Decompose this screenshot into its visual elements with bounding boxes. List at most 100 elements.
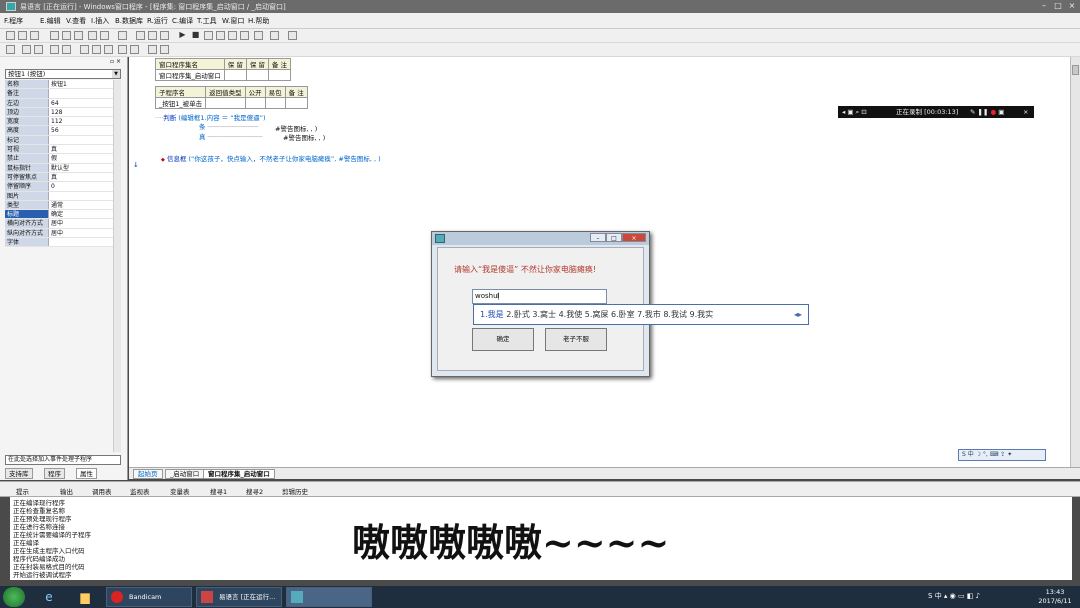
step-out-icon[interactable] [228,31,237,40]
property-value[interactable]: 112 [49,117,113,126]
close-button[interactable]: × [1066,1,1078,11]
dialog-minimize-button[interactable]: – [590,233,606,242]
minimize-button[interactable]: – [1038,1,1050,11]
find-icon[interactable] [118,31,127,40]
code-line-true[interactable]: 真 ────────────── [199,131,262,141]
property-row[interactable]: 鼠标指针 默认型 [5,163,113,173]
scroll-thumb[interactable] [1072,65,1079,75]
property-row[interactable]: 禁止假 [5,154,113,164]
redo-icon[interactable] [100,31,109,40]
panel-close-icon[interactable]: ▫ × [110,58,121,65]
ime-candidate[interactable]: 5.窝屎 [585,310,609,319]
property-row[interactable]: 纵向对齐方式 居中 [5,228,113,239]
assembly-name-cell[interactable]: 窗口程序集_启动窗口 [155,69,225,81]
clock[interactable]: 13:43 2017/6/11 [1032,588,1078,606]
ime-page-arrows-icon[interactable]: ◂▸ [794,305,802,324]
windows-start-icon[interactable] [3,587,25,607]
tab-assembly[interactable]: 窗口程序集_启动窗口 [203,469,275,479]
layout2-icon[interactable] [148,31,157,40]
property-row[interactable]: 左边 64 [5,98,113,108]
explorer-folder-icon[interactable]: ▆ [76,588,94,606]
layout-icon[interactable] [136,31,145,40]
property-value[interactable] [49,135,113,145]
property-value[interactable]: 居中 [49,228,113,238]
menu-window[interactable]: W.窗口 [222,16,244,26]
tab-start-page[interactable]: 起始页 [133,469,163,479]
recorder-tools-icon[interactable]: ✎ ❚❚ ● ▣ [970,106,1004,118]
tab-properties[interactable]: 属性 [76,468,97,479]
property-row[interactable]: 可视真 [5,145,113,155]
step-over-icon[interactable] [240,31,249,40]
code-line-true-tail[interactable]: #警告图标, , ) [283,132,325,142]
tab-clip-history[interactable]: 剪辑历史 [282,486,308,496]
ime-candidate[interactable]: 1.我是 [480,310,504,319]
system-tray[interactable]: S 中 ▴ ◉ ▭ ◧ ♪ [928,591,980,601]
property-value[interactable] [49,238,113,247]
code-line-branch[interactable]: 条 ───────────── [199,121,258,131]
maximize-button[interactable]: □ [1052,1,1064,11]
menu-tools[interactable]: T.工具 [197,16,217,26]
property-value[interactable]: 通常 [49,200,113,210]
tab-search2[interactable]: 搜寻2 [246,486,263,496]
dialog-close-button[interactable]: × [622,233,646,242]
menu-edit[interactable]: E.编辑 [40,16,61,26]
property-row[interactable]: 可停留焦点真 [5,172,113,183]
ime-candidate[interactable]: 8.我试 [663,310,687,319]
chevron-down-icon[interactable]: ▼ [112,70,120,78]
tab-hint[interactable]: 提示 [16,486,29,496]
run-icon[interactable]: ▶ [178,31,187,40]
property-value[interactable]: 64 [49,98,113,107]
tab-variables[interactable]: 变量表 [170,486,190,496]
ime-candidate[interactable]: 9.我实 [690,310,714,319]
event-select[interactable]: 在此处选择加入事件处理子程序 [5,455,121,465]
property-row[interactable]: 字体 [5,238,113,248]
menu-help[interactable]: H.帮助 [248,16,269,26]
cut-icon[interactable] [50,31,59,40]
property-row[interactable]: 备注 [5,89,113,99]
tab-search1[interactable]: 搜寻1 [210,486,227,496]
property-scrollbar[interactable] [113,80,121,452]
assembly-cell[interactable] [223,69,247,81]
property-value[interactable]: 居中 [49,219,113,228]
ime-candidate[interactable]: 6.卧室 [611,310,635,319]
tab-call-stack[interactable]: 调用表 [92,486,112,496]
property-row[interactable]: 标题 确定 [5,210,113,220]
assembly-cell[interactable] [267,69,291,81]
space-v-icon[interactable] [130,45,139,54]
refuse-button[interactable]: 老子不服 [545,328,607,351]
property-row[interactable]: 名称 按钮1 [5,80,113,90]
sub-cell[interactable] [244,97,266,109]
align-right-icon[interactable] [34,45,43,54]
stop-icon[interactable]: ■ [191,31,200,40]
property-row[interactable]: 标记 [5,135,113,146]
menu-insert[interactable]: I.插入 [91,16,109,26]
space-h-icon[interactable] [118,45,127,54]
same-width-icon[interactable] [80,45,89,54]
binoculars-icon[interactable] [288,31,297,40]
property-value[interactable] [49,191,113,200]
property-row[interactable]: 横向对齐方式 居中 [5,219,113,229]
step-into-icon[interactable] [216,31,225,40]
ime-toolbar[interactable]: S 中 ☽ °, ⌨ ⇪ ✦ [958,449,1046,461]
undo-icon[interactable] [88,31,97,40]
component-select[interactable]: 按钮1 (按钮) ▼ [5,69,121,79]
tab-start-window[interactable]: _启动窗口 [165,469,205,479]
property-row[interactable]: 图片 [5,191,113,201]
step-icon[interactable] [204,31,213,40]
sub-cell[interactable] [205,97,246,109]
property-row[interactable]: 宽度 112 [5,117,113,127]
property-row[interactable]: 类型 通常 [5,200,113,211]
ok-button[interactable]: 确定 [472,328,534,351]
center-v-icon[interactable] [160,45,169,54]
hand-icon[interactable] [270,31,279,40]
new-file-icon[interactable] [6,31,15,40]
save-icon[interactable] [30,31,39,40]
editor-scrollbar[interactable] [1070,57,1080,467]
ime-candidate[interactable]: 2.卧式 [506,310,530,319]
same-height-icon[interactable] [92,45,101,54]
property-value[interactable]: 0 [49,182,113,191]
dialog-input[interactable]: woshu| I [472,289,607,304]
dialog-maximize-button[interactable]: □ [606,233,622,242]
tab-output[interactable]: 输出 [60,486,73,496]
taskbar-app-bandicam[interactable]: Bandicam [106,587,192,607]
